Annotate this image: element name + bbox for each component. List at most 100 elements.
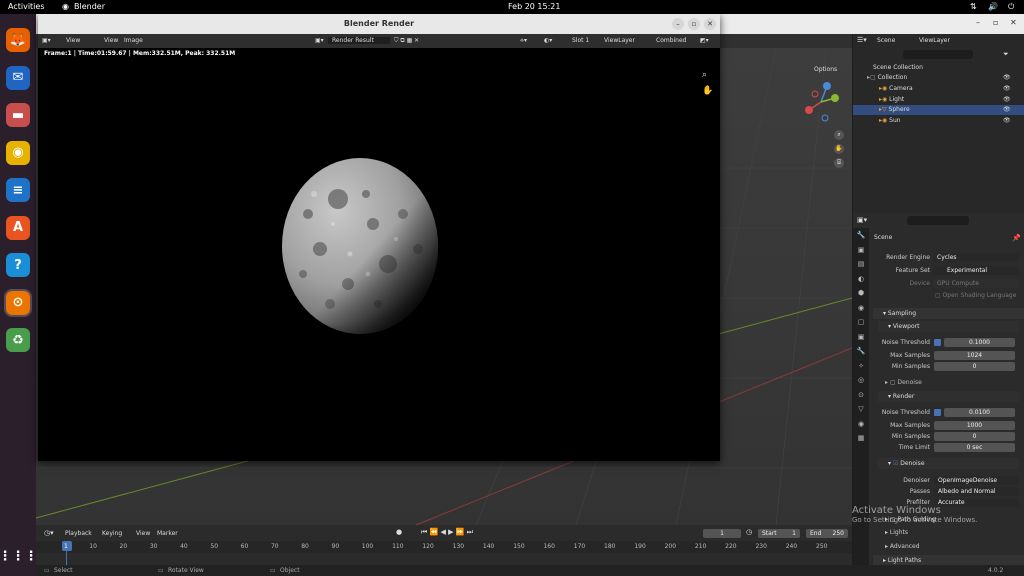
outliner-row-collection[interactable]: ▸▢ Collection 👁	[853, 73, 1024, 83]
outliner-search[interactable]	[903, 50, 973, 59]
pin-icon[interactable]: 📌	[1012, 234, 1021, 242]
display-mode-icon[interactable]: ⟡▾	[520, 37, 527, 45]
menu-view-2[interactable]: View	[104, 37, 118, 44]
dock-help-icon[interactable]: ?	[6, 253, 30, 277]
r-min-samples-field[interactable]: 0	[934, 432, 1015, 441]
timeline-editor-icon[interactable]: ◷▾	[44, 529, 54, 537]
slot-select[interactable]: Slot 1	[572, 37, 589, 44]
viewport-subpanel-header[interactable]: ▾ Viewport	[878, 321, 1019, 332]
dock-show-apps-icon[interactable]: ⋮⋮⋮	[0, 544, 38, 568]
overlay-icon[interactable]: ◐▾	[544, 37, 552, 44]
pass-select[interactable]: Combined	[656, 37, 686, 44]
outliner-editor-icon[interactable]: ☰▾	[857, 36, 867, 44]
vp-min-samples-label: Min Samples	[891, 363, 930, 370]
filter-icon[interactable]: ⏷	[1003, 50, 1009, 59]
r-max-samples-field[interactable]: 1000	[934, 421, 1015, 430]
feature-set-select[interactable]: Experimental	[933, 266, 1019, 275]
properties-editor-icon[interactable]: ▣▾	[857, 216, 867, 224]
moon-render-image	[282, 158, 438, 334]
dock-files-icon[interactable]: ▬	[6, 103, 30, 127]
device-select[interactable]: GPU Compute	[933, 279, 1019, 288]
render-pan-icon[interactable]: ✋	[702, 86, 713, 96]
menu-playback[interactable]: Playback	[65, 530, 92, 537]
props-scene-title: Scene	[874, 234, 893, 241]
clock[interactable]: Feb 20 15:21	[508, 2, 560, 11]
minimize-button[interactable]: –	[976, 18, 980, 27]
render-window[interactable]: Blender Render – ▫ ✕ ▣▾ View View Image …	[38, 14, 720, 461]
frame-tick-label: 200	[664, 543, 677, 550]
denoiser-select[interactable]: OpenImageDenoise	[934, 476, 1019, 485]
outliner-row-sun[interactable]: ▸◉ Sun 👁	[853, 116, 1024, 126]
playback-controls-icon[interactable]: ⏮ ⏪ ◀ ▶ ⏩ ⏭	[421, 528, 473, 537]
image-buttons-icon[interactable]: ⛉ ⧉ ▦ ✕	[394, 37, 419, 45]
dock-rhythmbox-icon[interactable]: ◉	[6, 140, 30, 165]
editor-type-icon[interactable]: ▣▾	[42, 37, 51, 44]
outliner-row-scene-collection[interactable]: Scene Collection	[853, 63, 1024, 73]
dock-trash-icon[interactable]: ♻	[6, 328, 30, 352]
render-engine-select[interactable]: Cycles	[933, 253, 1019, 262]
vp-noise-threshold-checkbox[interactable]	[934, 339, 941, 346]
outliner-row-camera[interactable]: ▸◉ Camera 👁	[853, 84, 1024, 94]
menu-view-1[interactable]: View	[66, 37, 80, 44]
navigation-gizmo[interactable]	[801, 80, 841, 125]
render-zoom-icon[interactable]: ⌕	[702, 70, 707, 80]
volume-icon[interactable]: 🔊	[988, 2, 998, 11]
sampling-panel-header[interactable]: ▾ Sampling	[873, 308, 1024, 319]
lights-subpanel[interactable]: ▸ Lights	[885, 529, 908, 536]
blender-version: 4.0.2	[988, 567, 1004, 574]
passes-label: Passes	[909, 488, 930, 495]
power-icon[interactable]: ⏻	[1008, 2, 1014, 12]
image-name-field[interactable]: Render Result	[328, 37, 390, 44]
vp-noise-threshold-field[interactable]: 0.1000	[944, 338, 1015, 347]
pan-icon[interactable]: ✋	[834, 144, 844, 154]
menu-image[interactable]: Image	[124, 37, 143, 44]
properties-search[interactable]	[907, 216, 969, 225]
menu-keying[interactable]: Keying	[102, 530, 122, 537]
denoise-subpanel-header[interactable]: ▾ ☑ Denoise	[878, 458, 1019, 469]
scene-selector[interactable]: Scene	[877, 37, 895, 44]
r-noise-threshold-field[interactable]: 0.0100	[944, 408, 1015, 417]
view-layer-select[interactable]: ViewLayer	[604, 37, 635, 44]
dock-writer-icon[interactable]: ≡	[6, 178, 30, 202]
current-frame-field[interactable]: 1	[703, 529, 741, 538]
dock-thunderbird-icon[interactable]: ✉	[6, 65, 30, 90]
osl-checkbox[interactable]: ▢ Open Shading Language	[935, 292, 1016, 299]
advanced-subpanel[interactable]: ▸ Advanced	[885, 543, 920, 550]
properties-tab-icons[interactable]: 🔧 ▣ ▤ ◐ ⬢ ◉ ▢ ▣ 🔧 ✧ ◎ ⊙ ▽ ◉ ▦	[853, 228, 869, 446]
app-menu[interactable]: Blender	[74, 2, 105, 11]
display-channels-icon[interactable]: ◩▾	[700, 37, 709, 44]
menu-marker[interactable]: Marker	[157, 530, 178, 537]
dock-app-center-icon[interactable]: A	[6, 215, 30, 240]
passes-select[interactable]: Albedo and Normal	[934, 487, 1019, 496]
time-limit-field[interactable]: 0 sec	[934, 443, 1015, 452]
render-subpanel-header[interactable]: ▾ Render	[878, 391, 1019, 402]
image-editor-header: ▣▾ View View Image ▣▾ Render Result ⛉ ⧉ …	[38, 34, 720, 48]
camera-view-icon[interactable]: ⌸	[834, 158, 844, 168]
render-close-button[interactable]: ✕	[704, 18, 716, 30]
vp-min-samples-field[interactable]: 0	[934, 362, 1015, 371]
end-frame-field[interactable]: End 250	[806, 529, 848, 538]
vp-max-samples-field[interactable]: 1024	[934, 351, 1015, 360]
image-browse-icon[interactable]: ▣▾	[315, 37, 324, 44]
close-button[interactable]: ✕	[1010, 18, 1017, 27]
activities-button[interactable]: Activities	[8, 2, 45, 11]
render-maximize-button[interactable]: ▫	[688, 18, 700, 30]
view-layer-selector[interactable]: ViewLayer	[919, 37, 950, 44]
outliner-row-sphere[interactable]: ▸▽ Sphere 👁	[853, 105, 1024, 115]
options-menu[interactable]: Options	[814, 66, 837, 73]
zoom-icon[interactable]: ⌕	[834, 130, 844, 140]
frame-tick-label: 130	[452, 543, 465, 550]
z-axis-icon	[823, 82, 831, 90]
start-frame-field[interactable]: Start 1	[758, 529, 800, 538]
clock-icon[interactable]: ◷	[746, 528, 752, 536]
network-icon[interactable]: ⇅	[970, 2, 977, 11]
r-noise-threshold-checkbox[interactable]	[934, 409, 941, 416]
dock-firefox-icon[interactable]: 🦊	[6, 28, 30, 52]
record-icon[interactable]: ●	[396, 528, 402, 536]
menu-view[interactable]: View	[136, 530, 150, 537]
dock-blender-icon[interactable]: ⊙	[4, 288, 32, 317]
vp-denoise-subpanel[interactable]: ▸ ▢ Denoise	[885, 379, 922, 386]
render-minimize-button[interactable]: –	[672, 18, 684, 30]
outliner-row-light[interactable]: ▸◉ Light 👁	[853, 95, 1024, 105]
maximize-button[interactable]: ▫	[993, 18, 998, 27]
